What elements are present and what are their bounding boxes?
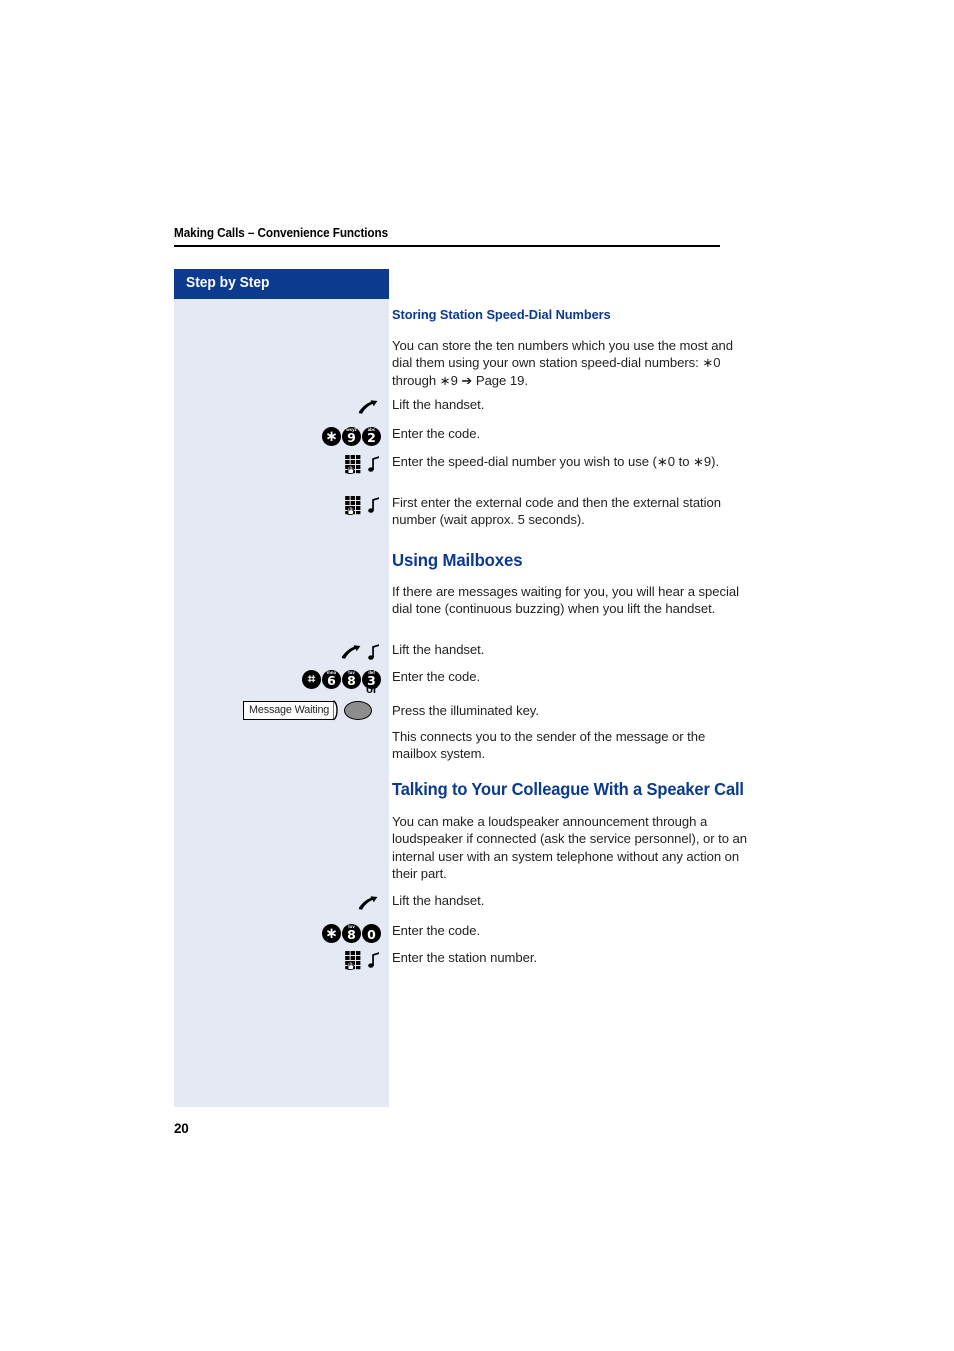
tone-icon [368, 952, 379, 968]
heading-using-mailboxes: Using Mailboxes [392, 550, 523, 570]
handset-lift-icon [358, 400, 378, 414]
or-separator-label: or [366, 684, 378, 696]
keypad-code-star-9-2: ∗ wxyz 9 abc 2 [322, 426, 381, 446]
key-8[interactable]: tuv 8 [342, 669, 361, 689]
handset-lift-icon [341, 645, 361, 659]
tone-icon [368, 497, 379, 513]
key-star[interactable]: ∗ [322, 426, 341, 446]
step-icon-gutter: ⌗ mno 6 tuv 8 def 3 [174, 668, 381, 690]
step-instruction: Enter the code. [392, 426, 481, 441]
intro-using-mailboxes: If there are messages waiting for you, y… [392, 583, 748, 618]
key-9[interactable]: wxyz 9 [342, 426, 361, 446]
key-2[interactable]: abc 2 [362, 426, 381, 446]
section-using-mailboxes: Using Mailboxes [392, 550, 750, 570]
step-instruction: First enter the external code and then t… [392, 495, 721, 528]
running-header-title: Making Calls – Convenience Functions [174, 226, 389, 240]
running-header: Making Calls – Convenience Functions [174, 226, 720, 247]
manual-page: Making Calls – Convenience Functions Ste… [0, 0, 954, 1351]
step-instruction: Enter the code. [392, 669, 481, 684]
section-storing-speed-dial: Storing Station Speed-Dial Numbers [392, 307, 750, 323]
step-by-step-label: Step by Step [186, 275, 270, 291]
keypad-icon [345, 496, 361, 515]
step-icon-gutter [174, 453, 381, 475]
step-instruction: This connects you to the sender of the m… [392, 729, 706, 762]
header-divider [174, 245, 720, 247]
keypad-code-star-8-0: ∗ tuv 8 0 [322, 923, 381, 943]
step-instruction: Press the illuminated key. [392, 703, 539, 718]
step-icon-gutter [174, 641, 381, 663]
key-star[interactable]: ∗ [322, 923, 341, 943]
handset-lift-icon [358, 896, 378, 910]
paragraph-speaker-call-intro: You can make a loudspeaker announcement … [392, 814, 747, 882]
keypad-icon [345, 951, 361, 970]
key-6[interactable]: mno 6 [322, 669, 341, 689]
function-key-label: Message Waiting [243, 700, 335, 720]
intro-speaker-call: You can make a loudspeaker announcement … [392, 813, 748, 883]
step-icon-gutter [174, 494, 381, 516]
step-instruction: Lift the handset. [392, 397, 485, 412]
step-instruction: Enter the station number. [392, 950, 538, 965]
step-icon-gutter [174, 949, 381, 971]
paragraph-storing-speed-dial-intro: You can store the ten numbers which you … [392, 338, 734, 388]
intro-storing-speed-dial: You can store the ten numbers which you … [392, 337, 748, 389]
step-icon-gutter [174, 396, 381, 418]
tone-icon [368, 644, 379, 660]
step-instruction: Enter the speed-dial number you wish to … [392, 454, 720, 469]
step-by-step-header-bar: Step by Step [174, 269, 389, 299]
paragraph-using-mailboxes-intro: If there are messages waiting for you, y… [392, 584, 739, 617]
keypad-icon [345, 455, 361, 474]
step-icon-gutter: ∗ wxyz 9 abc 2 [174, 425, 381, 447]
heading-storing-station-speed-dial-numbers: Storing Station Speed-Dial Numbers [392, 307, 611, 322]
key-8[interactable]: tuv 8 [342, 923, 361, 943]
step-instruction: Enter the code. [392, 923, 481, 938]
heading-talking-to-your-colleague-with-a-speaker-call: Talking to Your Colleague With a Speaker… [392, 779, 744, 799]
function-key-message-waiting[interactable]: Message Waiting [243, 700, 373, 721]
step-instruction: Lift the handset. [392, 642, 485, 657]
key-0[interactable]: 0 [362, 923, 381, 943]
step-icon-gutter [174, 892, 381, 914]
step-icon-gutter: ∗ tuv 8 0 [174, 922, 381, 944]
page-number: 20 [174, 1121, 189, 1136]
function-key-button[interactable] [344, 700, 373, 720]
function-key-led-icon [333, 700, 338, 721]
section-speaker-call: Talking to Your Colleague With a Speaker… [392, 779, 752, 800]
step-instruction: Lift the handset. [392, 893, 485, 908]
tone-icon [368, 456, 379, 472]
key-hash[interactable]: ⌗ [302, 669, 321, 689]
